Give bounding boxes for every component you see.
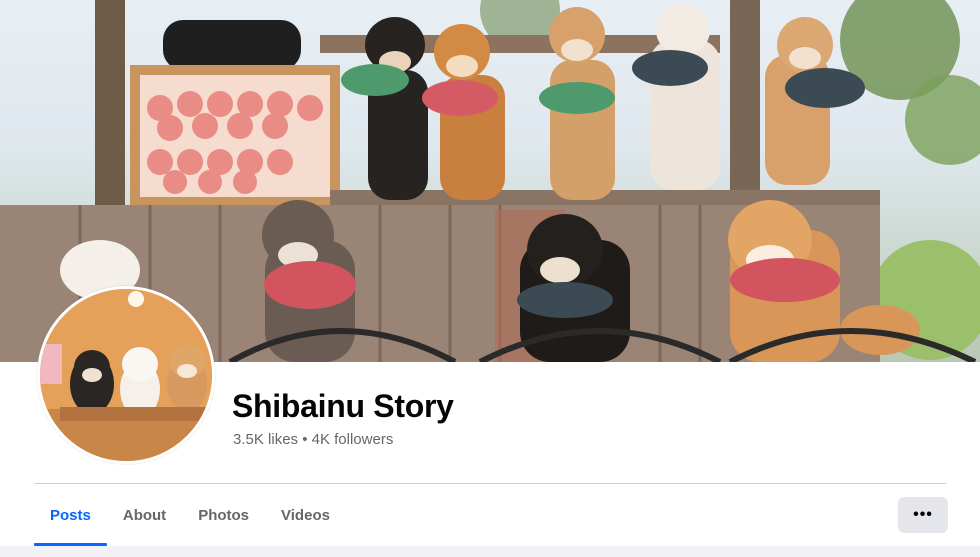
tab-photos[interactable]: Photos <box>182 484 265 546</box>
profile-tabs: Posts About Photos Videos <box>34 484 346 546</box>
tab-videos[interactable]: Videos <box>265 484 346 546</box>
tab-about[interactable]: About <box>107 484 182 546</box>
page-title[interactable]: Shibainu Story <box>232 388 454 425</box>
avatar-illustration <box>40 289 212 461</box>
feed-background <box>0 546 980 557</box>
more-icon: ••• <box>913 506 933 523</box>
tab-posts[interactable]: Posts <box>34 484 107 546</box>
page-stats[interactable]: 3.5K likes • 4K followers <box>233 431 393 448</box>
profile-avatar[interactable] <box>37 286 215 464</box>
more-options-button[interactable]: ••• <box>898 497 948 533</box>
